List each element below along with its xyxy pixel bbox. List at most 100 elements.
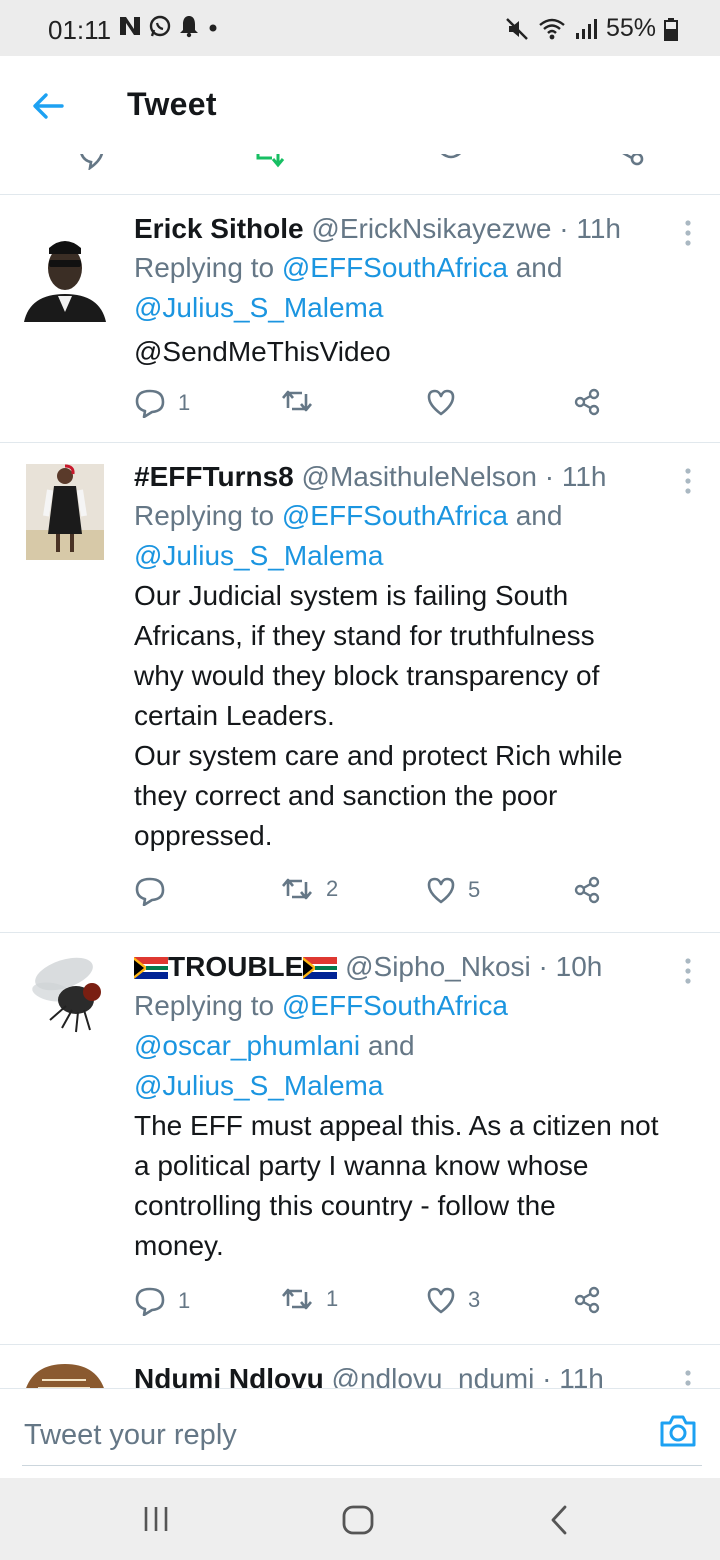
tweet-text-line: money. [134,1230,224,1261]
battery-percent: 55% [605,14,656,42]
mention-link[interactable]: @Julius_S_Malema [134,292,383,323]
mention-link[interactable]: @Julius_S_Malema [134,540,383,571]
replying-to: Replying to @EFFSouthAfrica [134,990,508,1021]
reply-button[interactable]: 1 [134,388,190,418]
tweet-text-line: Africans, if they stand for truthfulness [134,620,595,651]
author-handle[interactable]: @ErickNsikayezwe [311,213,551,244]
tweet-body: Ndumi Ndlovu @ndlovu_ndumi · 11h [134,1360,704,1388]
author-name[interactable]: TROUBLE [168,951,303,982]
reply-icon[interactable] [74,154,108,170]
share-button[interactable] [572,1286,602,1314]
retweet-icon [282,1288,312,1310]
home-icon[interactable] [341,1504,375,1536]
notification-bell-icon [180,16,198,38]
whatsapp-icon [149,15,171,37]
page-title: Tweet [127,86,217,122]
mention-link[interactable]: @EFFSouthAfrica [282,990,508,1021]
retweet-icon[interactable] [254,154,290,168]
more-options-icon[interactable] [680,466,696,496]
author-handle[interactable]: @Sipho_Nkosi [345,951,531,982]
mention-link[interactable]: @Julius_S_Malema [134,1070,383,1101]
n-app-icon [120,17,140,35]
mention-link[interactable]: @oscar_phumlani [134,1030,360,1061]
share-icon[interactable] [610,154,646,172]
share-icon [574,876,600,904]
tweet-list[interactable]: Erick Sithole @ErickNsikayezwe · 11h Rep… [0,154,720,1388]
system-nav-bar [0,1478,720,1560]
tweet-time: 11h [561,461,607,492]
replying-to: Replying to @EFFSouthAfrica and [134,500,563,531]
share-button[interactable] [572,388,602,416]
tweet-text-line: Our Judicial system is failing South [134,580,569,611]
like-icon [427,389,455,416]
back-arrow-icon[interactable] [28,86,68,126]
share-icon [574,1286,600,1314]
author-name[interactable]: #EFFTurns8 [134,461,294,492]
tweet-text-line: they correct and sanction the poor [134,780,558,811]
tweet-header: TROUBLE @Sipho_Nkosi · 10h [134,948,704,986]
mention-link[interactable]: @EFFSouthAfrica [282,500,508,531]
tweet-text: The EFF must appeal this. As a citizen n… [134,1106,704,1266]
avatar[interactable] [22,460,108,560]
like-button[interactable]: 3 [426,1286,480,1314]
status-left-icons [118,14,220,38]
reply-count: 1 [178,1288,191,1313]
battery-icon [664,17,678,41]
tweet-ndumi-ndlovu[interactable]: Ndumi Ndlovu @ndlovu_ndumi · 11h [0,1344,720,1388]
dot-icon [209,24,217,32]
reply-underline [22,1465,702,1466]
retweet-icon [282,878,312,900]
like-icon [427,877,455,904]
author-name[interactable]: Ndumi Ndlovu [134,1363,324,1388]
like-button[interactable] [426,388,468,416]
partial-action-row [0,154,720,195]
tweet-time: 11h [559,1363,604,1388]
avatar[interactable] [22,230,108,330]
status-bar: 01:11 55% [0,0,720,56]
tweet-time: 11h [576,213,621,244]
camera-icon[interactable] [658,1413,698,1449]
tweet-text-line: a political party I wanna know whose [134,1150,589,1181]
tweet-body: Erick Sithole @ErickNsikayezwe · 11h Rep… [134,210,704,432]
avatar[interactable] [22,948,108,1048]
tweet-text-link[interactable]: @SendMeThisVideo [134,332,704,372]
reply-input[interactable] [22,1409,646,1461]
back-icon[interactable] [548,1504,570,1536]
like-icon[interactable] [434,154,468,172]
reply-bar [0,1388,720,1479]
reply-icon [135,389,165,418]
tweet-effturns8[interactable]: #EFFTurns8 @MasithuleNelson · 11h Replyi… [0,442,720,933]
recents-icon[interactable] [142,1504,170,1534]
tweet-erick-sithole[interactable]: Erick Sithole @ErickNsikayezwe · 11h Rep… [0,194,720,443]
tweet-body: TROUBLE @Sipho_Nkosi · 10h Replying to @… [134,948,704,1330]
more-options-icon[interactable] [680,1368,696,1388]
retweet-button[interactable]: 1 [280,1286,338,1312]
reply-button[interactable] [134,876,178,906]
south-africa-flag-icon [134,957,168,979]
retweet-count: 2 [326,876,339,901]
like-button[interactable]: 5 [426,876,480,904]
mute-icon [506,17,528,40]
avatar[interactable] [22,1364,108,1388]
reply-icon [135,877,165,906]
retweet-button[interactable]: 2 [280,876,338,902]
author-handle[interactable]: @MasithuleNelson [302,461,537,492]
retweet-button[interactable] [280,388,326,414]
mention-link[interactable]: @EFFSouthAfrica [282,252,508,283]
author-name[interactable]: Erick Sithole [134,213,304,244]
reply-icon [135,1287,165,1316]
tweet-actions: 2 5 [134,876,704,920]
like-count: 3 [468,1287,481,1312]
retweet-count: 1 [326,1286,339,1311]
tweet-text-line: Our system care and protect Rich while [134,740,623,771]
author-handle[interactable]: @ndlovu_ndumi [332,1363,535,1388]
tweet-trouble[interactable]: TROUBLE @Sipho_Nkosi · 10h Replying to @… [0,932,720,1345]
like-icon [427,1287,455,1314]
share-button[interactable] [572,876,602,904]
more-options-icon[interactable] [680,218,696,248]
more-options-icon[interactable] [680,956,696,986]
tweet-text-line: why would they block transparency of [134,660,600,691]
reply-button[interactable]: 1 [134,1286,190,1316]
like-count: 5 [468,877,481,902]
tweet-body: #EFFTurns8 @MasithuleNelson · 11h Replyi… [134,458,704,920]
